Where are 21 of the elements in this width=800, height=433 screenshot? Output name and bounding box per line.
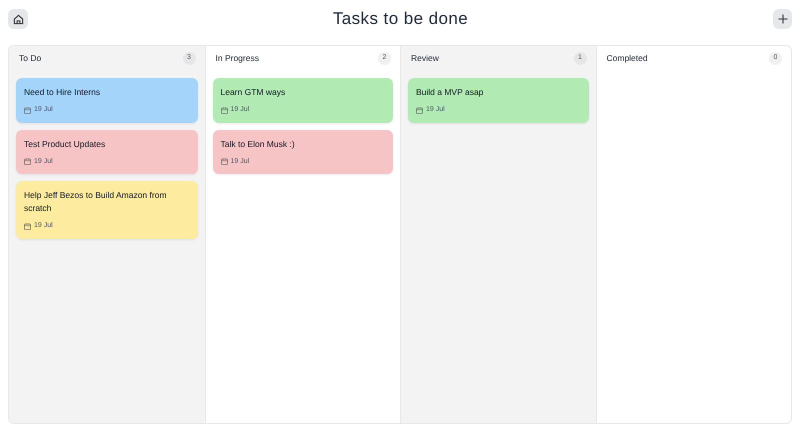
home-button[interactable] — [8, 9, 28, 29]
calendar-icon — [24, 222, 31, 230]
task-title: Learn GTM ways — [220, 86, 286, 99]
task-title: Talk to Elon Musk :) — [220, 138, 296, 150]
column-title: To Do — [19, 52, 42, 64]
column-title: In Progress — [216, 52, 259, 64]
task-title: Need to Hire Interns — [24, 86, 102, 99]
calendar-icon — [220, 158, 228, 166]
task-title: Help Jeff Bezos to Build Amazon from scratch — [24, 189, 168, 215]
calendar-icon — [24, 158, 31, 166]
task-title: Build a MVP asap — [416, 86, 484, 99]
page-title: Tasks to be done — [332, 8, 468, 30]
calendar-icon — [416, 106, 423, 114]
column-title: Completed — [606, 52, 648, 64]
add-button[interactable] — [773, 9, 792, 29]
calendar-icon — [24, 106, 31, 114]
task-title: Test Product Updates — [24, 138, 106, 150]
plus-icon — [778, 14, 788, 24]
calendar-icon — [220, 106, 228, 114]
home-icon — [12, 14, 24, 24]
column-title: Review — [411, 52, 439, 64]
